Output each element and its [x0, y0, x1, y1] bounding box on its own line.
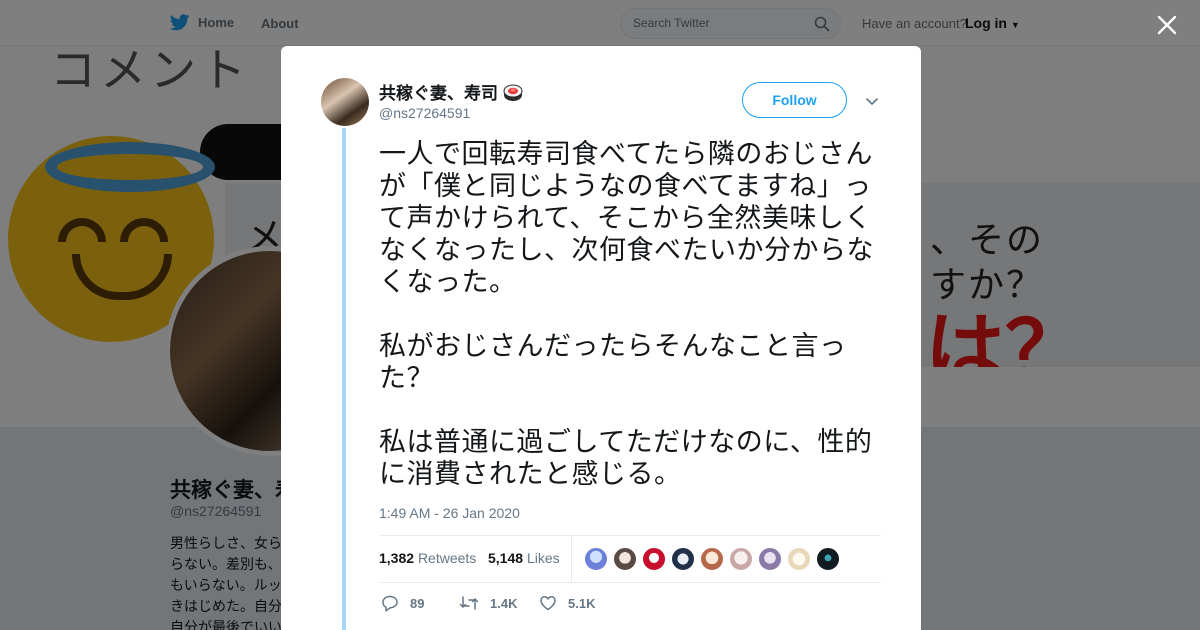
likes-count: 5,148: [488, 550, 524, 566]
like-button[interactable]: 5.1K: [539, 594, 595, 612]
retweet-button[interactable]: 1.4K: [459, 594, 517, 612]
tweet-stats: 1,382 Retweets 5,148 Likes: [379, 535, 881, 583]
liker-avatar[interactable]: [700, 547, 724, 571]
liker-avatar[interactable]: [671, 547, 695, 571]
tweet-paragraph: 一人で回転寿司食べてたら隣のおじさんが「僕と同じようなの食べてますね」って声かけ…: [379, 139, 874, 297]
liker-avatar[interactable]: [787, 547, 811, 571]
tweet-author-handle[interactable]: @ns27264591: [379, 105, 470, 121]
retweets-count: 1,382: [379, 550, 415, 566]
retweets-label: Retweets: [417, 550, 477, 566]
liker-avatar[interactable]: [584, 547, 608, 571]
tweet-paragraph: 私は普通に過ごしてただけなのに、性的に消費されたと感じる。: [379, 427, 873, 489]
likes-stat[interactable]: 5,148 Likes: [488, 550, 560, 566]
heart-icon: [540, 596, 556, 611]
close-icon[interactable]: [1152, 10, 1182, 40]
tweet-author-avatar[interactable]: [321, 78, 369, 126]
tweet-paragraph: 私がおじさんだったらそんなこと言った？: [379, 331, 847, 393]
like-count: 5.1K: [568, 595, 596, 611]
retweet-count: 1.4K: [490, 595, 518, 611]
liker-avatar[interactable]: [613, 547, 637, 571]
liker-avatar[interactable]: [729, 547, 753, 571]
sushi-icon: [503, 84, 523, 101]
follow-button[interactable]: Follow: [742, 82, 847, 118]
reply-icon: [382, 595, 398, 612]
tweet-text: 一人で回転寿司食べてたら隣のおじさんが「僕と同じようなの食べてますね」って声かけ…: [379, 138, 889, 490]
reply-count: 89: [410, 595, 425, 611]
liker-avatar[interactable]: [642, 547, 666, 571]
tweet-permalink-modal: 共稼ぐ妻、寿司 @ns27264591 Follow 一人で回転寿司食べてたら隣…: [281, 46, 921, 630]
liker-avatar[interactable]: [758, 547, 782, 571]
likers-avatars: [584, 547, 840, 571]
tweet-author-name[interactable]: 共稼ぐ妻、寿司: [379, 79, 524, 104]
stats-divider: [571, 536, 572, 582]
retweet-icon: [459, 596, 479, 610]
reply-button[interactable]: 89: [381, 594, 424, 612]
chevron-down-icon[interactable]: [864, 93, 880, 109]
retweets-stat[interactable]: 1,382 Retweets: [379, 550, 476, 566]
tweet-actions: 89 1.4K 5.1K: [379, 594, 881, 616]
tweet-timestamp[interactable]: 1:49 AM - 26 Jan 2020: [379, 505, 520, 521]
thread-line: [342, 128, 346, 630]
liker-avatar[interactable]: [816, 547, 840, 571]
author-name-text: 共稼ぐ妻、寿司: [379, 84, 498, 103]
likes-label: Likes: [526, 550, 560, 566]
